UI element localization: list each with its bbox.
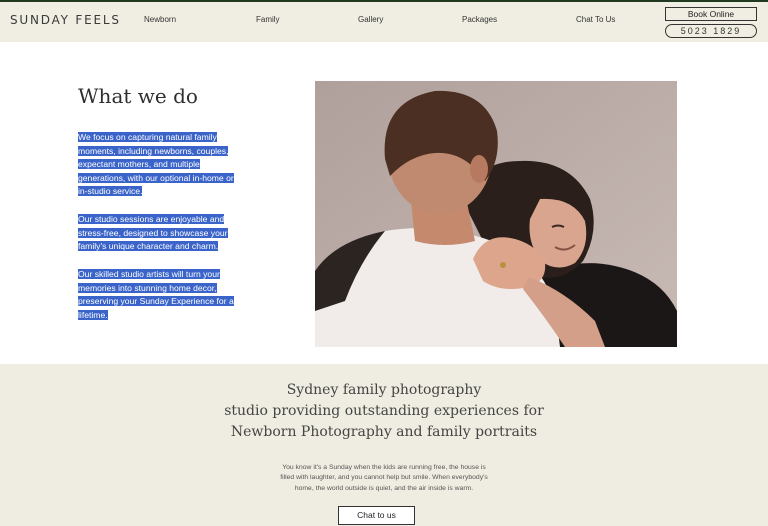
text-line: moments, including newborns, couples,	[78, 145, 229, 156]
headline-line: Newborn Photography and family portraits	[230, 424, 538, 440]
nav-link-family[interactable]: Family	[256, 15, 280, 24]
text-line: stress-free, designed to showcase your	[78, 227, 228, 238]
about-paragraph-1: We focus on capturing natural family mom…	[78, 131, 264, 199]
nav-link-packages[interactable]: Packages	[462, 15, 497, 24]
intro-headline: Sydney family photography studio providi…	[0, 380, 768, 443]
text-line: preserving your Sunday Experience for a	[78, 296, 234, 307]
headline-line: Sydney family photography	[286, 382, 482, 398]
top-navigation: SUNDAY FEELS Newborn Family Gallery Pack…	[0, 0, 768, 42]
text-line: expectant mothers, and multiple	[78, 159, 200, 170]
nav-link-gallery[interactable]: Gallery	[358, 15, 383, 24]
nav-link-chat-to-us[interactable]: Chat To Us	[576, 15, 615, 24]
nav-link-newborn[interactable]: Newborn	[144, 15, 176, 24]
site-logo[interactable]: SUNDAY FEELS	[10, 13, 121, 27]
photo-illustration	[315, 81, 677, 347]
text-line: in-studio service.	[78, 186, 143, 197]
headline-line: studio providing outstanding experiences…	[224, 403, 544, 419]
text-line: Our studio sessions are enjoyable and	[78, 214, 225, 224]
book-online-button[interactable]: Book Online	[665, 7, 757, 21]
text-line: Our skilled studio artists will turn you…	[78, 269, 220, 279]
text-line: lifetime.	[78, 309, 108, 320]
body-line: filled with laughter, and you cannot hel…	[280, 474, 488, 482]
text-line: We focus on capturing natural family	[78, 132, 217, 142]
about-paragraph-3: Our skilled studio artists will turn you…	[78, 268, 264, 322]
section-title: What we do	[78, 84, 198, 108]
body-line: home, the world outside is quiet, and th…	[294, 484, 474, 492]
text-line: generations, with our optional in-home o…	[78, 172, 234, 183]
intro-body: You know it's a Sunday when the kids are…	[264, 463, 504, 494]
phone-number-button[interactable]: 5023 1829	[665, 24, 757, 38]
text-line: memories into stunning home decor,	[78, 282, 217, 293]
chat-to-us-button[interactable]: Chat to us	[338, 506, 415, 525]
text-line: family's unique character and charm.	[78, 241, 219, 252]
about-paragraph-2: Our studio sessions are enjoyable and st…	[78, 213, 264, 254]
family-hug-photo	[315, 81, 677, 347]
body-line: You know it's a Sunday when the kids are…	[282, 464, 486, 471]
